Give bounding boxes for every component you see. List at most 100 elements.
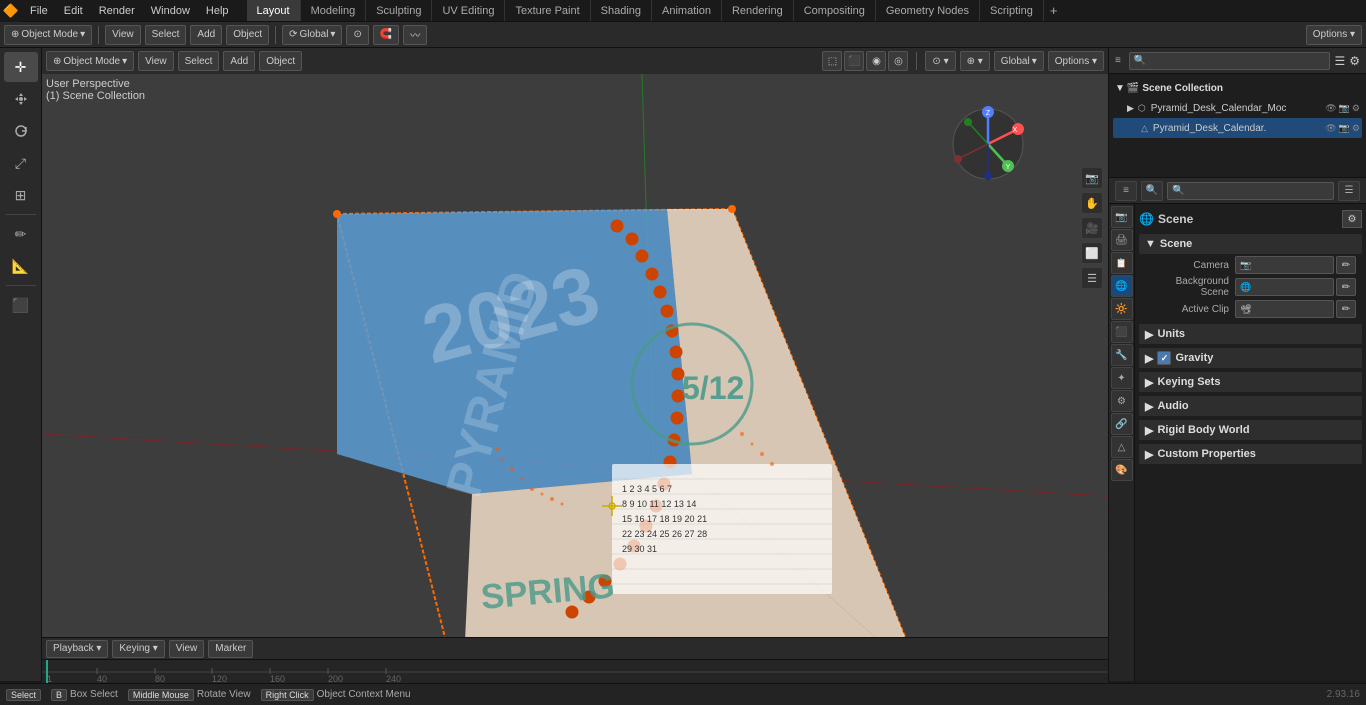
item-select-btn[interactable]: 📷 (1339, 103, 1350, 114)
select-menu-button[interactable]: Select (145, 25, 187, 45)
outliner-item-pyramid-moc[interactable]: ▶ ⬡ Pyramid_Desk_Calendar_Moc 👁 📷 ⚙ (1113, 98, 1362, 118)
menu-render[interactable]: Render (91, 0, 143, 21)
add-workspace-button[interactable]: + (1044, 3, 1064, 18)
active-clip-picker-btn[interactable]: ✏ (1336, 300, 1356, 318)
gravity-section-header[interactable]: ▶ Gravity (1139, 348, 1362, 368)
transform-tool-btn[interactable]: ⊞ (4, 180, 38, 210)
outliner-filter-icon[interactable]: ☰ (1334, 54, 1345, 68)
view-menu-button[interactable]: View (105, 25, 141, 45)
tab-modeling[interactable]: Modeling (301, 0, 367, 21)
viewport-options-btn[interactable]: Options ▾ (1048, 51, 1104, 71)
navigation-gizmo[interactable]: X Y Z (948, 104, 1028, 184)
gravity-checkbox[interactable] (1157, 351, 1171, 365)
constraints-props-icon[interactable]: 🔗 (1111, 413, 1133, 435)
outliner-item-pyramid-cal[interactable]: △ Pyramid_Desk_Calendar. 👁 📷 ⚙ (1113, 118, 1362, 138)
tab-animation[interactable]: Animation (652, 0, 722, 21)
viewport-render-btn[interactable]: ◎ (888, 51, 908, 71)
item2-select-btn[interactable]: 📷 (1339, 123, 1350, 134)
measure-tool-btn[interactable]: 📐 (4, 251, 38, 281)
camera-value[interactable]: 📷 (1235, 256, 1334, 274)
timeline-marker-menu[interactable]: Marker (208, 640, 253, 658)
camera-picker-btn[interactable]: ✏ (1336, 256, 1356, 274)
data-props-icon[interactable]: △ (1111, 436, 1133, 458)
annotate-tool-btn[interactable]: ✏ (4, 219, 38, 249)
proportional-falloff-btn[interactable]: 〰 (403, 25, 427, 45)
viewport-canvas[interactable]: 2023 PYRAMID 5/12 SPRING 1 (42, 74, 1108, 681)
add-object-btn[interactable]: ⬛ (4, 290, 38, 320)
scene-collection-root[interactable]: ▼ 🎬 Scene Collection (1113, 78, 1362, 98)
rigid-body-section-header[interactable]: ▶ Rigid Body World (1139, 420, 1362, 440)
move-tool-btn[interactable] (4, 84, 38, 114)
viewport-object-btn[interactable]: Object (259, 51, 302, 71)
viewport-gizmo-btn[interactable]: ⊕ ▾ (960, 51, 990, 71)
tab-compositing[interactable]: Compositing (794, 0, 876, 21)
tab-scripting[interactable]: Scripting (980, 0, 1044, 21)
props-icon-2[interactable]: 🔍 (1141, 181, 1163, 201)
tab-rendering[interactable]: Rendering (722, 0, 794, 21)
scene-options-btn[interactable]: ⚙ (1342, 210, 1362, 228)
viewport-3d[interactable]: ⊕ Object Mode ▾ View Select Add Object ⬚… (42, 48, 1108, 681)
menu-file[interactable]: File (22, 0, 56, 21)
viewport-mode-btn[interactable]: ⊕ Object Mode ▾ (46, 51, 134, 71)
props-icon-1[interactable]: ≡ (1115, 181, 1137, 201)
keying-section-header[interactable]: ▶ Keying Sets (1139, 372, 1362, 392)
props-search-input[interactable] (1167, 182, 1334, 200)
tab-shading[interactable]: Shading (591, 0, 652, 21)
menu-edit[interactable]: Edit (56, 0, 91, 21)
timeline-ruler[interactable]: 1 40 80 120 160 200 240 (42, 660, 1108, 683)
modifier-props-icon[interactable]: 🔧 (1111, 344, 1133, 366)
menu-window[interactable]: Window (143, 0, 198, 21)
object-menu-button[interactable]: Object (226, 25, 269, 45)
viewport-overlay-btn[interactable]: ⊙ ▾ (925, 51, 955, 71)
tab-texture-paint[interactable]: Texture Paint (505, 0, 590, 21)
item2-render-btn[interactable]: ⚙ (1352, 123, 1360, 134)
active-clip-value[interactable]: 📽 (1235, 300, 1334, 318)
outliner-settings-icon[interactable]: ⚙ (1349, 54, 1360, 68)
viewport-select-btn[interactable]: Select (178, 51, 220, 71)
output-props-icon[interactable]: 🖨 (1111, 229, 1133, 251)
snap-btn[interactable]: 🧲 (373, 25, 399, 45)
viewport-add-btn[interactable]: Add (223, 51, 255, 71)
scale-tool-btn[interactable]: ⤢ (4, 148, 38, 178)
viewport-transform-global-btn[interactable]: Global ▾ (994, 51, 1044, 71)
viewport-material-btn[interactable]: ◉ (866, 51, 886, 71)
outliner-search-input[interactable] (1129, 52, 1331, 70)
render-props-icon[interactable]: 📷 (1111, 206, 1133, 228)
cursor-tool-btn[interactable]: ✛ (4, 52, 38, 82)
viewport-solid-btn[interactable]: ⬛ (844, 51, 864, 71)
menu-help[interactable]: Help (198, 0, 237, 21)
item-visibility-btn[interactable]: 👁 (1325, 103, 1336, 114)
viewport-display-btn[interactable]: ☰ (1081, 267, 1103, 289)
options-button[interactable]: Options ▾ (1306, 25, 1362, 45)
custom-props-header[interactable]: ▶ Custom Properties (1139, 444, 1362, 464)
mode-selector[interactable]: ⊕ Object Mode ▾ (4, 25, 92, 45)
timeline-keying-menu[interactable]: Keying ▾ (112, 640, 164, 658)
material-props-icon[interactable]: 🎨 (1111, 459, 1133, 481)
transform-orientations-btn[interactable]: ⟳ Global ▾ (282, 25, 342, 45)
viewport-wire-btn[interactable]: ⬚ (822, 51, 842, 71)
tab-sculpting[interactable]: Sculpting (366, 0, 432, 21)
timeline-playback-menu[interactable]: Playback ▾ (46, 640, 108, 658)
tab-geometry-nodes[interactable]: Geometry Nodes (876, 0, 980, 21)
physics-props-icon[interactable]: ⚙ (1111, 390, 1133, 412)
render-region-btn[interactable]: ⬜ (1081, 242, 1103, 264)
units-section-header[interactable]: ▶ Units (1139, 324, 1362, 344)
add-menu-button[interactable]: Add (190, 25, 222, 45)
pan-btn[interactable]: ✋ (1081, 192, 1103, 214)
world-props-icon[interactable]: 🔆 (1111, 298, 1133, 320)
bg-scene-picker-btn[interactable]: ✏ (1336, 278, 1356, 296)
viewport-view-btn[interactable]: View (138, 51, 174, 71)
camera-to-view-btn[interactable]: 🎥 (1081, 217, 1103, 239)
rotate-tool-btn[interactable] (4, 116, 38, 146)
props-icon-3[interactable]: ☰ (1338, 181, 1360, 201)
tab-uv-editing[interactable]: UV Editing (432, 0, 505, 21)
tab-layout[interactable]: Layout (247, 0, 301, 21)
audio-section-header[interactable]: ▶ Audio (1139, 396, 1362, 416)
scene-props-icon[interactable]: 🌐 (1111, 275, 1133, 297)
timeline-view-menu[interactable]: View (169, 640, 205, 658)
proportional-editing-btn[interactable]: ⊙ (346, 25, 368, 45)
item2-visibility-btn[interactable]: 👁 (1325, 123, 1336, 134)
object-props-icon[interactable]: ⬛ (1111, 321, 1133, 343)
particles-props-icon[interactable]: ✦ (1111, 367, 1133, 389)
scene-section-header[interactable]: ▼ Scene (1139, 234, 1362, 254)
